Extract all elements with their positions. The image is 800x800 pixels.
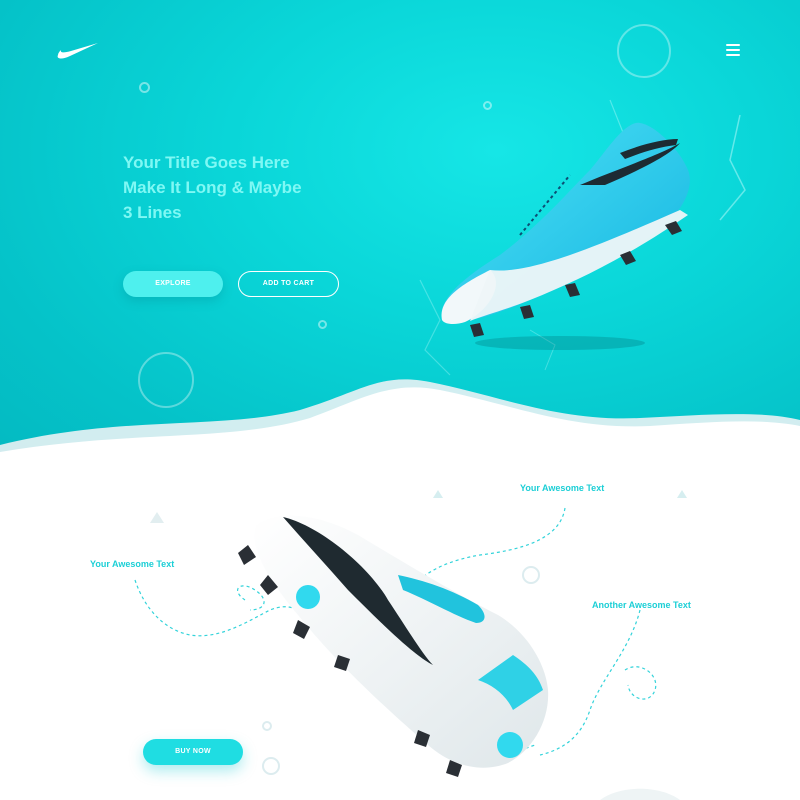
hero-title-line-1: Your Title Goes Here [123,153,290,172]
hero-shoe-image [441,122,690,350]
decor-bottom-arc [600,788,680,800]
decor-circle-top [617,24,671,78]
hero-title-line-2: Make It Long & Maybe [123,178,302,197]
feature-label-left: Your Awesome Text [90,559,175,569]
wave-divider [0,379,800,480]
feature-shoe-image [238,515,549,777]
decor-dot-1 [139,82,150,93]
hero-title-line-3: 3 Lines [123,203,182,222]
hero-title: Your Title Goes Here Make It Long & Mayb… [123,150,383,225]
feature-label-right: Another Awesome Text [592,600,691,610]
explore-button[interactable]: EXPLORE [123,271,223,297]
feature-label-top: Your Awesome Text [520,483,605,493]
landing-page: Your Title Goes Here Make It Long & Mayb… [0,0,800,800]
add-to-cart-button[interactable]: ADD TO CART [238,271,339,297]
decor-dot-3 [318,320,327,329]
hamburger-menu-icon[interactable] [726,44,742,58]
buy-now-button[interactable]: BUY NOW [143,739,243,765]
swoosh-logo-icon[interactable] [56,40,100,60]
